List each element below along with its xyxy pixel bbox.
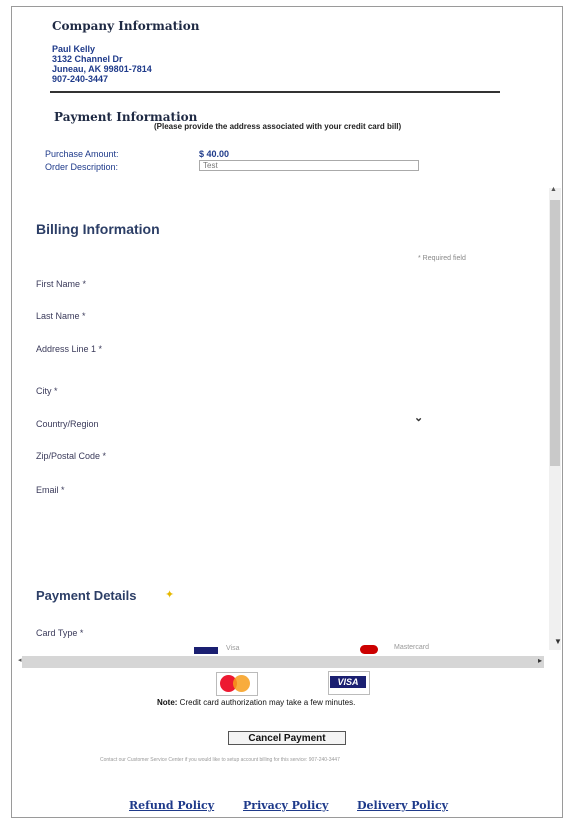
- authorization-note: Note: Credit card authorization may take…: [157, 698, 355, 707]
- visa-radio-option[interactable]: [194, 647, 218, 654]
- note-label: Note:: [157, 698, 178, 707]
- privacy-policy-link[interactable]: Privacy Policy: [243, 799, 328, 812]
- order-description-field[interactable]: Test: [199, 160, 419, 171]
- delivery-policy-link[interactable]: Delivery Policy: [357, 799, 448, 812]
- mastercard-yellow-circle-icon: [233, 675, 250, 692]
- order-description-label: Order Description:: [45, 162, 119, 172]
- customer-service-note: Contact our Customer Service Center if y…: [100, 757, 340, 763]
- address-line1-field[interactable]: Address Line 1 *: [36, 344, 102, 354]
- visa-option-label: Visa: [226, 645, 240, 652]
- first-name-field[interactable]: First Name *: [36, 279, 86, 289]
- refund-policy-link[interactable]: Refund Policy: [129, 799, 214, 812]
- mastercard-option-label: Mastercard: [394, 644, 430, 651]
- billing-info-title: Billing Information: [36, 221, 160, 237]
- vertical-scroll-thumb[interactable]: [550, 200, 560, 466]
- company-address-line1: 3132 Channel Dr: [52, 54, 123, 64]
- city-field[interactable]: City *: [36, 386, 58, 396]
- section-divider: [50, 91, 500, 93]
- country-region-select[interactable]: Country/Region: [36, 419, 99, 429]
- scroll-down-arrow-icon[interactable]: ▼: [554, 637, 562, 646]
- purchase-amount-label: Purchase Amount:: [45, 149, 119, 159]
- purchase-amount-value: $ 40.00: [199, 149, 230, 159]
- scroll-left-arrow-icon[interactable]: ◂: [18, 656, 22, 664]
- zip-postal-code-field[interactable]: Zip/Postal Code *: [36, 451, 106, 461]
- mastercard-radio-option[interactable]: [360, 645, 378, 654]
- company-address-line2: Juneau, AK 99801-7814: [52, 64, 152, 74]
- company-info-title: Company Information: [52, 19, 200, 33]
- chevron-down-icon[interactable]: ⌄: [414, 411, 423, 424]
- visa-logo: VISA: [330, 676, 366, 688]
- payment-details-title: Payment Details: [36, 588, 137, 603]
- card-type-label: Card Type *: [36, 628, 84, 638]
- star-icon: ✦: [165, 589, 175, 601]
- scroll-right-arrow-icon[interactable]: ▸: [538, 656, 542, 665]
- required-field-note: * Required field: [418, 255, 466, 262]
- company-phone: 907-240-3447: [52, 74, 109, 84]
- horizontal-scrollbar[interactable]: [22, 656, 544, 668]
- last-name-field[interactable]: Last Name *: [36, 311, 86, 321]
- note-text: Credit card authorization may take a few…: [177, 698, 356, 707]
- scroll-up-arrow-icon[interactable]: ▲: [550, 186, 557, 193]
- email-field[interactable]: Email *: [36, 485, 65, 495]
- cancel-payment-button[interactable]: Cancel Payment: [228, 731, 346, 745]
- payment-info-subtitle: (Please provide the address associated w…: [154, 122, 402, 131]
- company-name: Paul Kelly: [52, 44, 96, 54]
- billing-form-frame[interactable]: Billing Information * Required field Fir…: [22, 185, 545, 660]
